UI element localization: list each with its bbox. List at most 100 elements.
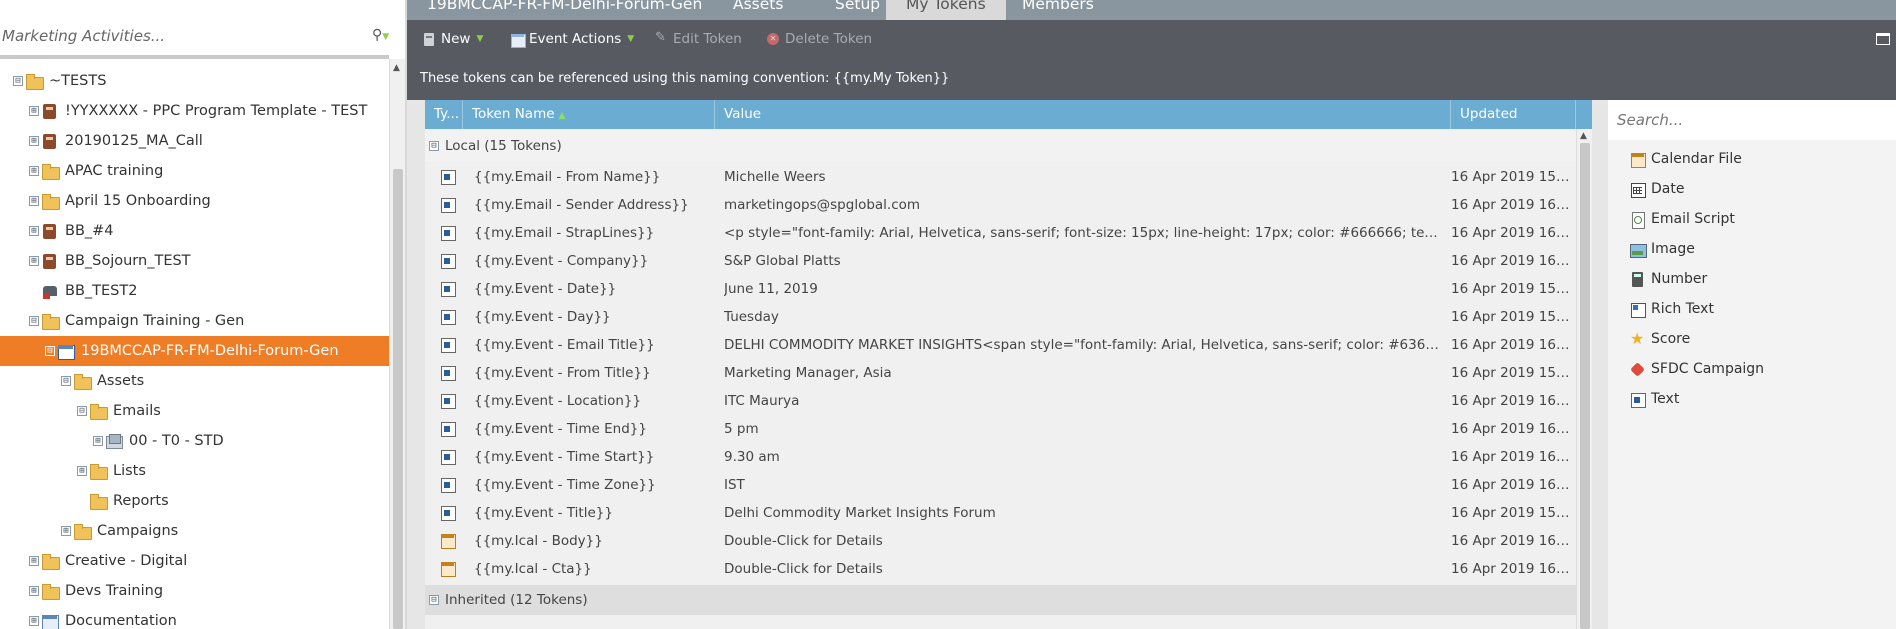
collapse-icon[interactable]: ⊟ [29,316,39,326]
tree-node-documentation[interactable]: ⊞ Documentation [0,606,389,629]
token-type-number[interactable]: Number [1630,264,1707,294]
tree-node-00-t0-std[interactable]: ⊞ 00 - T0 - STD [0,426,389,456]
tree-node-creative-digital[interactable]: ⊞ Creative - Digital [0,546,389,576]
expand-icon[interactable]: ⊞ [29,226,39,236]
rich-text-icon [1630,302,1646,318]
tree-node-bb-test2[interactable]: BB_TEST2 [0,276,389,306]
tree-node-20190125-ma-call[interactable]: ⊞ 20190125_MA_Call [0,126,389,156]
tree-node-label: BB_Sojourn_TEST [65,253,191,269]
grid-scrollbar[interactable]: ▲ [1576,129,1592,629]
tab-program[interactable]: 19BMCCAP-FR-FM-Delhi-Forum-Gen [407,0,722,20]
expand-icon[interactable]: ⊞ [93,436,103,446]
tree-node-campaign-training-gen[interactable]: ⊟ Campaign Training - Gen [0,306,389,336]
search-filter-icon[interactable]: ⚲▼ [372,27,402,47]
table-row[interactable]: {{my.Email - Sender Address}} marketingo… [425,191,1576,219]
token-type-sfdc-campaign[interactable]: SFDC Campaign [1630,354,1764,384]
tree-node-delhi-forum-gen[interactable]: ⊟ 19BMCCAP-FR-FM-Delhi-Forum-Gen [0,336,389,366]
token-type-date[interactable]: Date [1630,174,1684,204]
table-row[interactable]: {{my.Event - Time Zone}} IST 16 Apr 2019… [425,471,1576,499]
tree-node-ppc-program-template[interactable]: ⊞ !YYXXXXX - PPC Program Template - TEST [0,96,389,126]
expand-icon[interactable]: ⊞ [29,106,39,116]
dropdown-caret-icon: ▼ [627,34,635,44]
tree-node-bb-4[interactable]: ⊞ BB_#4 [0,216,389,246]
token-type-calendar-file[interactable]: Calendar File [1630,144,1742,174]
expand-icon[interactable]: ⊞ [29,586,39,596]
tree-node-assets[interactable]: ⊟ Assets [0,366,389,396]
collapse-icon[interactable]: ⊟ [45,346,55,356]
column-header-value[interactable]: Value [715,100,1451,129]
table-row[interactable]: {{my.Ical - Cta}} Double-Click for Detai… [425,555,1576,583]
pencil-icon [655,30,667,46]
scroll-up-arrow-icon[interactable]: ▲ [393,63,400,73]
collapse-icon[interactable]: ⊟ [77,406,87,416]
tree-node-emails[interactable]: ⊟ Emails [0,396,389,426]
group-row-inherited[interactable]: ⊟ Inherited (12 Tokens) [425,585,1576,615]
expand-icon[interactable]: ⊞ [29,196,39,206]
table-row[interactable]: {{my.Event - Company}} S&P Global Platts… [425,247,1576,275]
collapse-icon[interactable]: ⊟ [429,595,439,605]
tree-node-bb-sojourn-test[interactable]: ⊞ BB_Sojourn_TEST [0,246,389,276]
maximize-icon[interactable] [1876,33,1890,45]
text-token-icon [441,254,456,269]
program-icon [41,253,59,269]
calendar-icon [511,33,526,48]
expand-icon[interactable]: ⊞ [77,466,87,476]
expand-icon[interactable]: ⊞ [61,526,71,536]
score-icon [1630,329,1645,348]
tree-node-reports[interactable]: Reports [0,486,389,516]
tree-node-label: Campaign Training - Gen [65,313,245,329]
tab-my-tokens[interactable]: My Tokens [886,0,1006,20]
collapse-icon[interactable]: ⊟ [429,141,439,151]
table-row[interactable]: {{my.Event - Title}} Delhi Commodity Mar… [425,499,1576,527]
table-row[interactable]: {{my.Event - Date}} June 11, 2019 16 Apr… [425,275,1576,303]
expand-icon[interactable]: ⊞ [29,166,39,176]
table-row[interactable]: {{my.Ical - Body}} Double-Click for Deta… [425,527,1576,555]
new-button[interactable]: New ▼ [423,20,483,58]
table-row[interactable]: {{my.Event - Day}} Tuesday 16 Apr 2019 1… [425,303,1576,331]
column-header-token-name[interactable]: Token Name ▲ [463,100,715,129]
expand-icon[interactable]: ⊞ [29,136,39,146]
tree-node-campaigns[interactable]: ⊞ Campaigns [0,516,389,546]
tree-scrollbar[interactable]: ▲ [389,59,405,629]
table-row[interactable]: {{my.Email - From Name}} Michelle Weers … [425,163,1576,191]
delete-token-button[interactable]: Delete Token [767,20,872,58]
tree-node-tests[interactable]: ⊟ ~TESTS [0,66,389,96]
table-row[interactable]: {{my.Event - Location}} ITC Maurya 16 Ap… [425,387,1576,415]
table-row[interactable]: {{my.Event - Time Start}} 9.30 am 16 Apr… [425,443,1576,471]
tab-members[interactable]: Members [1002,0,1114,20]
expand-icon[interactable]: ⊞ [29,556,39,566]
table-row[interactable]: {{my.Event - From Title}} Marketing Mana… [425,359,1576,387]
program-tree: ⊟ ~TESTS ⊞ !YYXXXXX - PPC Program Templa… [0,66,389,629]
token-type-score[interactable]: Score [1630,324,1690,354]
edit-token-button[interactable]: Edit Token [655,20,742,58]
table-row[interactable]: {{my.Event - Email Title}} DELHI COMMODI… [425,331,1576,359]
collapse-icon[interactable]: ⊟ [13,76,23,86]
table-row[interactable]: {{my.Event - Time End}} 5 pm 16 Apr 2019… [425,415,1576,443]
event-actions-button[interactable]: Event Actions ▼ [511,20,634,58]
token-type-image[interactable]: Image [1630,234,1695,264]
group-row-local[interactable]: ⊟ Local (15 Tokens) [425,131,1576,161]
column-header-updated[interactable]: Updated [1451,100,1576,129]
tree-scrollbar-thumb[interactable] [393,169,403,629]
token-type-rich-text[interactable]: Rich Text [1630,294,1714,324]
token-type-email-script[interactable]: Email Script [1630,204,1735,234]
tab-assets[interactable]: Assets [713,0,803,20]
scroll-up-arrow-icon[interactable]: ▲ [1580,131,1587,141]
tree-node-lists[interactable]: ⊞ Lists [0,456,389,486]
calendar-token-icon [441,534,456,549]
expand-icon[interactable]: ⊞ [29,616,39,626]
grid-scrollbar-thumb[interactable] [1580,143,1590,629]
token-search-input[interactable] [1608,100,1896,140]
text-token-icon [441,506,456,521]
collapse-icon[interactable]: ⊟ [61,376,71,386]
toolbar: New ▼ Event Actions ▼ Edit Token Delete … [407,20,1896,58]
email-script-icon [1630,211,1645,229]
column-header-type[interactable]: Ty... [425,100,463,129]
tree-node-apac-training[interactable]: ⊞ APAC training [0,156,389,186]
token-type-text[interactable]: Text [1630,384,1679,414]
tree-node-devs-training[interactable]: ⊞ Devs Training [0,576,389,606]
table-row[interactable]: {{my.Email - StrapLines}} <p style="font… [425,219,1576,247]
tree-node-april-15-onboarding[interactable]: ⊞ April 15 Onboarding [0,186,389,216]
expand-icon[interactable]: ⊞ [29,256,39,266]
marketing-activities-search-input[interactable] [0,18,360,54]
